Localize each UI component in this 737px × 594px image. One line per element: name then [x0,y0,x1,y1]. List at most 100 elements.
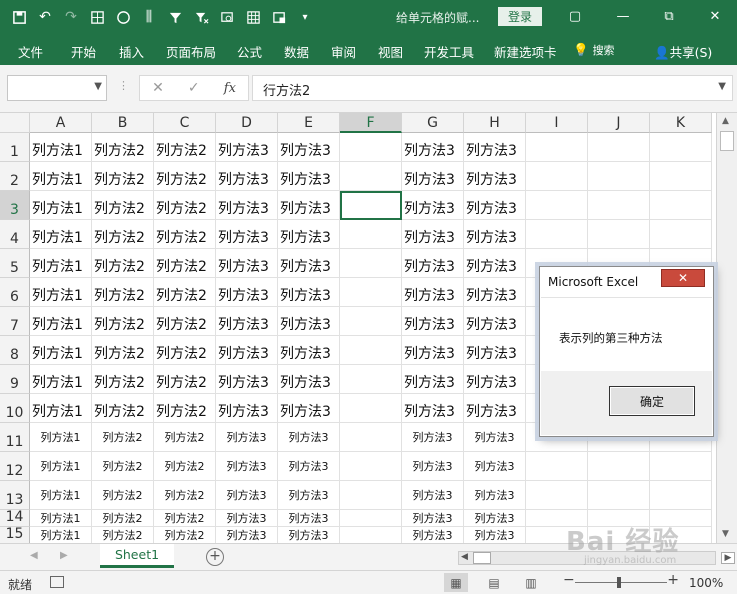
cell-c10[interactable]: 列方法2 [154,394,216,423]
cell-f15[interactable] [340,527,402,543]
cell-c3[interactable]: 列方法2 [154,191,216,220]
cell-b13[interactable]: 列方法2 [92,481,154,510]
column-header-d[interactable]: D [216,113,278,133]
cell-b8[interactable]: 列方法2 [92,336,154,365]
column-header-k[interactable]: K [650,113,712,133]
cell-c15[interactable]: 列方法2 [154,527,216,543]
tab-home[interactable]: 开始 [71,42,96,61]
borders-icon[interactable] [86,6,108,28]
cell-e12[interactable]: 列方法3 [278,452,340,481]
cell-a15[interactable]: 列方法1 [30,527,92,543]
macro-record-icon[interactable] [50,576,64,588]
cell-f4[interactable] [340,220,402,249]
expand-formula-icon[interactable]: ▼ [718,81,726,92]
cell-a6[interactable]: 列方法1 [30,278,92,307]
tell-me-search[interactable]: 💡 搜索 [573,42,615,58]
cell-c12[interactable]: 列方法2 [154,452,216,481]
vertical-scrollbar[interactable]: ▲ ▼ [716,113,737,543]
prev-sheet-icon[interactable]: ◀ [30,550,38,561]
cell-d12[interactable]: 列方法3 [216,452,278,481]
cell-c1[interactable]: 列方法2 [154,133,216,162]
cell-b14[interactable]: 列方法2 [92,510,154,527]
row-header-9[interactable]: 9 [0,365,30,394]
tab-file[interactable]: 文件 [18,42,43,61]
cell-c11[interactable]: 列方法2 [154,423,216,452]
cell-e4[interactable]: 列方法3 [278,220,340,249]
cell-d15[interactable]: 列方法3 [216,527,278,543]
cell-h10[interactable]: 列方法3 [464,394,526,423]
column-header-j[interactable]: J [588,113,650,133]
restore-icon[interactable]: ⧉ [655,6,683,26]
cell-i12[interactable] [526,452,588,481]
cell-c6[interactable]: 列方法2 [154,278,216,307]
cell-b15[interactable]: 列方法2 [92,527,154,543]
cell-e9[interactable]: 列方法3 [278,365,340,394]
save-icon[interactable] [8,6,30,28]
dialog-close-icon[interactable]: ✕ [661,269,705,287]
cell-a3[interactable]: 列方法1 [30,191,92,220]
page-break-view-icon[interactable]: ▥ [519,573,543,592]
add-sheet-icon[interactable]: + [206,548,224,566]
splitter-icon[interactable]: ⋮ [118,79,129,92]
tab-insert[interactable]: 插入 [119,42,144,61]
cell-f8[interactable] [340,336,402,365]
column-header-i[interactable]: I [526,113,588,133]
cell-h6[interactable]: 列方法3 [464,278,526,307]
page-layout-view-icon[interactable]: ▤ [482,573,506,592]
cell-e6[interactable]: 列方法3 [278,278,340,307]
cell-a1[interactable]: 列方法1 [30,133,92,162]
cell-g10[interactable]: 列方法3 [402,394,464,423]
cell-h1[interactable]: 列方法3 [464,133,526,162]
cell-d5[interactable]: 列方法3 [216,249,278,278]
cell-b6[interactable]: 列方法2 [92,278,154,307]
cell-a10[interactable]: 列方法1 [30,394,92,423]
share-button[interactable]: 👤共享(S) [654,42,712,61]
cell-d8[interactable]: 列方法3 [216,336,278,365]
row-header-1[interactable]: 1 [0,133,30,162]
cell-h13[interactable]: 列方法3 [464,481,526,510]
column-header-f[interactable]: F [340,113,402,133]
cell-j3[interactable] [588,191,650,220]
horizontal-scroll-thumb[interactable] [473,552,491,564]
row-header-7[interactable]: 7 [0,307,30,336]
cell-g1[interactable]: 列方法3 [402,133,464,162]
cell-c8[interactable]: 列方法2 [154,336,216,365]
tab-page-layout[interactable]: 页面布局 [166,42,216,61]
cell-a5[interactable]: 列方法1 [30,249,92,278]
cell-k3[interactable] [650,191,712,220]
cell-f3[interactable] [340,191,402,220]
cell-d4[interactable]: 列方法3 [216,220,278,249]
chevron-down-icon[interactable]: ▼ [94,81,102,92]
select-all-corner[interactable] [0,113,30,133]
row-header-8[interactable]: 8 [0,336,30,365]
cell-g3[interactable]: 列方法3 [402,191,464,220]
row-header-5[interactable]: 5 [0,249,30,278]
cancel-icon[interactable]: ✕ [152,80,164,96]
cell-h7[interactable]: 列方法3 [464,307,526,336]
zoom-knob[interactable] [617,577,621,588]
cell-f2[interactable] [340,162,402,191]
cell-g14[interactable]: 列方法3 [402,510,464,527]
cell-c13[interactable]: 列方法2 [154,481,216,510]
cell-e3[interactable]: 列方法3 [278,191,340,220]
cell-g5[interactable]: 列方法3 [402,249,464,278]
column-header-e[interactable]: E [278,113,340,133]
cell-d10[interactable]: 列方法3 [216,394,278,423]
cell-b4[interactable]: 列方法2 [92,220,154,249]
clear-filter-icon[interactable] [190,6,212,28]
tab-formulas[interactable]: 公式 [237,42,262,61]
column-header-c[interactable]: C [154,113,216,133]
cell-c14[interactable]: 列方法2 [154,510,216,527]
column-header-g[interactable]: G [402,113,464,133]
cell-h8[interactable]: 列方法3 [464,336,526,365]
cell-d2[interactable]: 列方法3 [216,162,278,191]
normal-view-icon[interactable]: ▦ [444,573,468,592]
cell-h4[interactable]: 列方法3 [464,220,526,249]
cell-h2[interactable]: 列方法3 [464,162,526,191]
cell-i4[interactable] [526,220,588,249]
find-icon[interactable] [216,6,238,28]
cell-g9[interactable]: 列方法3 [402,365,464,394]
column-icon[interactable]: ⫼ [138,6,160,28]
cell-b7[interactable]: 列方法2 [92,307,154,336]
cell-k13[interactable] [650,481,712,510]
